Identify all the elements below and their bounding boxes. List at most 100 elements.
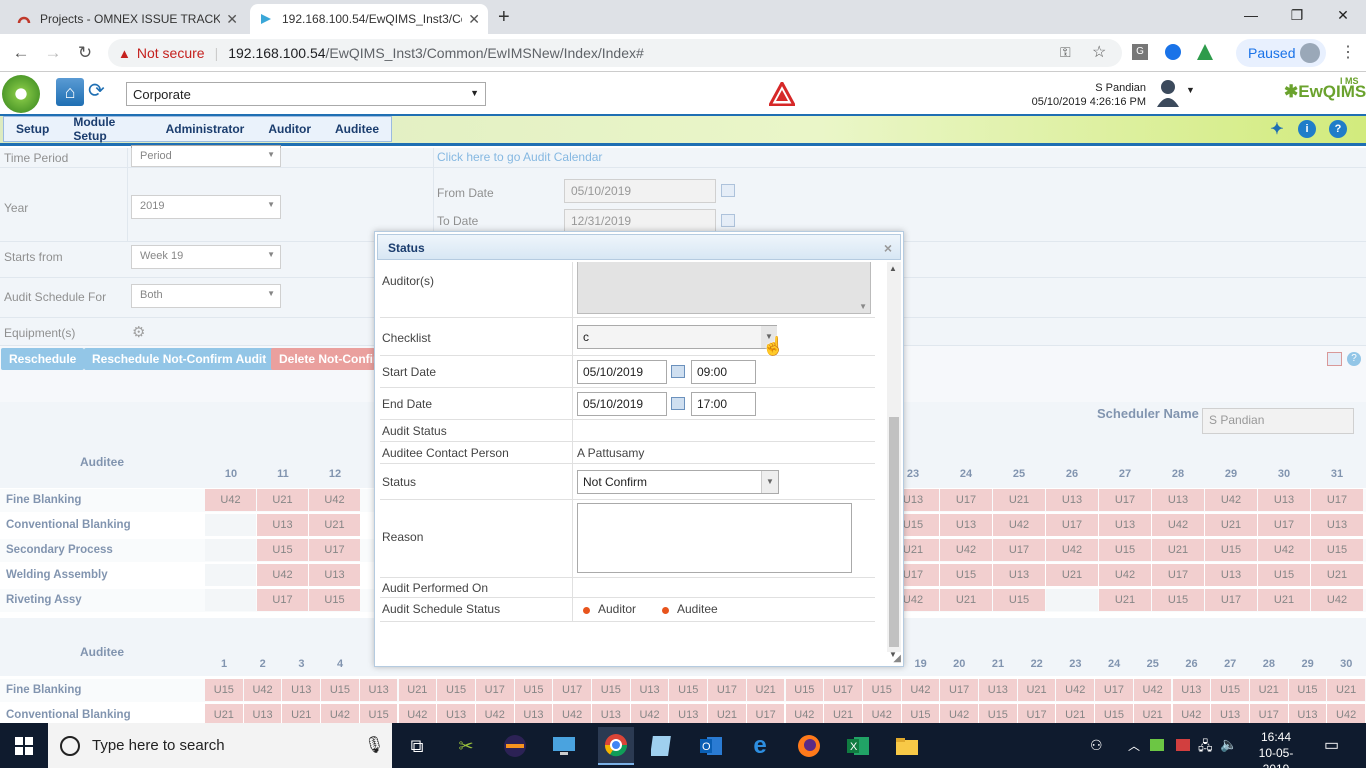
menu-auditor[interactable]: Auditor [256,122,323,136]
status-label: Status [382,475,417,489]
eclipse-app-icon[interactable] [500,731,530,761]
start-date-input[interactable]: 05/10/2019 [577,360,667,384]
contact-person-value: A Pattusamy [577,446,645,460]
refresh-icon[interactable]: ⟳ [88,78,110,102]
network-icon[interactable]: 🖧 [1198,737,1213,759]
divider [572,420,573,441]
restore-icon[interactable]: ❐ [1274,0,1320,30]
address-bar: ← → ↻ ▲ Not secure | 192.168.100.54/EwQI… [0,34,1366,72]
chevron-up-icon[interactable]: ︿ [1128,737,1140,754]
forward-icon[interactable]: → [42,42,64,64]
divider [572,500,573,577]
task-view-icon[interactable]: ⧉ [402,731,432,761]
auditors-label: Auditor(s) [382,274,435,288]
user-avatar[interactable] [1156,77,1184,107]
tray-app-icon[interactable] [1150,739,1164,751]
notification-icon[interactable]: ▭ [1324,735,1339,755]
menu-module-setup[interactable]: Module Setup [61,115,153,143]
profile-avatar [1300,43,1320,63]
info-icon[interactable]: i [1298,120,1316,138]
close-window-icon[interactable]: ✕ [1320,0,1366,30]
remote-desktop-icon[interactable] [549,731,579,761]
home-icon[interactable]: ⌂ [56,78,84,106]
resize-handle-icon[interactable]: ◢ [893,653,901,664]
checklist-value: c [583,330,589,344]
svg-text:O: O [702,741,711,753]
clock[interactable]: 16:44 10-05-2019 [1246,729,1306,777]
help-icon[interactable]: ? [1329,120,1347,138]
scrollbar-thumb[interactable] [889,417,899,647]
reason-label: Reason [382,530,424,544]
url-host: 192.168.100.54 [228,45,326,61]
scroll-up-icon[interactable]: ▲ [889,264,897,273]
end-date-row: End Date 05/10/2019 17:00 [380,388,875,420]
close-tab-icon[interactable]: ✕ [468,11,480,28]
edge-app-icon[interactable]: e [745,731,775,761]
back-icon[interactable]: ← [10,42,32,64]
url-input[interactable]: ▲ Not secure | 192.168.100.54/EwQIMS_Ins… [108,39,1122,67]
microphone-icon[interactable]: 🎙 [364,735,384,755]
dialog-body: Auditor(s) ▼ Checklist c ▼ Start Date 05… [377,262,887,622]
divider [572,262,573,317]
extension-search-icon[interactable] [1165,44,1181,60]
chrome-app-icon[interactable] [598,727,634,765]
people-icon[interactable]: ⚇ [1090,737,1103,754]
pin-icon[interactable]: ✦ [1268,120,1286,138]
taskbar-search-box[interactable]: Type here to search 🎙 [48,723,392,768]
calendar-icon[interactable] [671,365,685,378]
calendar-icon[interactable] [671,397,685,410]
tray-app-icon-2[interactable] [1176,739,1190,751]
close-icon[interactable]: × [884,240,892,256]
chevron-down-icon[interactable]: ▼ [761,471,778,493]
tools-app-icon[interactable]: ✂ [451,731,481,761]
menu-setup[interactable]: Setup [4,122,61,136]
close-tab-icon[interactable]: ✕ [226,11,238,28]
divider [572,578,573,597]
key-icon[interactable]: ⚿ [1060,44,1071,61]
omnex-favicon-icon [16,11,32,27]
volume-icon[interactable]: 🔈 [1220,736,1237,753]
site-select[interactable]: Corporate ▼ [126,82,486,106]
auditee-legend-dot [662,607,669,614]
end-date-label: End Date [382,397,433,411]
dialog-scrollbar[interactable]: ▲ ▼ [887,262,901,659]
site-select-value: Corporate [133,87,191,102]
profile-paused-button[interactable]: Paused [1236,39,1326,67]
url-path: /EwQIMS_Inst3/Common/EwIMSNew/Index/Inde… [325,45,644,61]
end-date-input[interactable]: 05/10/2019 [577,392,667,416]
firefox-app-icon[interactable] [794,731,824,761]
file-explorer-icon[interactable] [892,731,922,761]
chrome-menu-icon[interactable]: ⋮ [1340,42,1356,62]
windows-start-icon[interactable] [9,731,39,761]
menu-auditee[interactable]: Auditee [323,122,391,136]
reason-textarea[interactable] [577,503,852,573]
auditors-list[interactable]: ▼ [577,262,871,314]
extension-green-icon[interactable] [1197,44,1213,60]
new-tab-icon[interactable]: + [498,6,510,29]
start-time-input[interactable]: 09:00 [691,360,756,384]
browser-tab-omnex[interactable]: Projects - OMNEX ISSUE TRACKER ✕ [8,4,246,34]
excel-app-icon[interactable]: X [843,731,873,761]
checklist-combobox[interactable]: c [577,325,777,349]
browser-tab-ewqims[interactable]: 192.168.100.54/EwQIMS_Inst3/Con ✕ [250,4,488,34]
checklist-row: Checklist c ▼ [380,318,875,356]
search-icon [60,735,80,756]
clock-date: 10-05-2019 [1258,746,1294,776]
status-select[interactable]: Not Confirm [577,470,779,494]
outlook-app-icon[interactable]: O [696,731,726,761]
end-time-input[interactable]: 17:00 [691,392,756,416]
schedule-status-row: Audit Schedule Status Auditor Auditee [380,598,875,622]
extension-g-icon[interactable]: G [1132,44,1148,60]
login-datetime: 05/10/2019 4:26:16 PM [1031,96,1146,108]
menu-administrator[interactable]: Administrator [154,122,257,136]
notes-app-icon[interactable] [647,731,677,761]
user-menu-chevron-icon[interactable]: ▼ [1186,85,1195,95]
reload-icon[interactable]: ↻ [74,42,96,64]
clock-time: 16:44 [1260,730,1292,744]
logo-text: ✱EwQIMS [1284,82,1366,101]
bookmark-star-icon[interactable]: ☆ [1092,42,1106,62]
scroll-down-icon[interactable]: ▼ [859,302,867,311]
minimize-icon[interactable]: — [1228,0,1274,30]
divider: | [214,45,219,61]
user-name: S Pandian [1095,82,1146,94]
